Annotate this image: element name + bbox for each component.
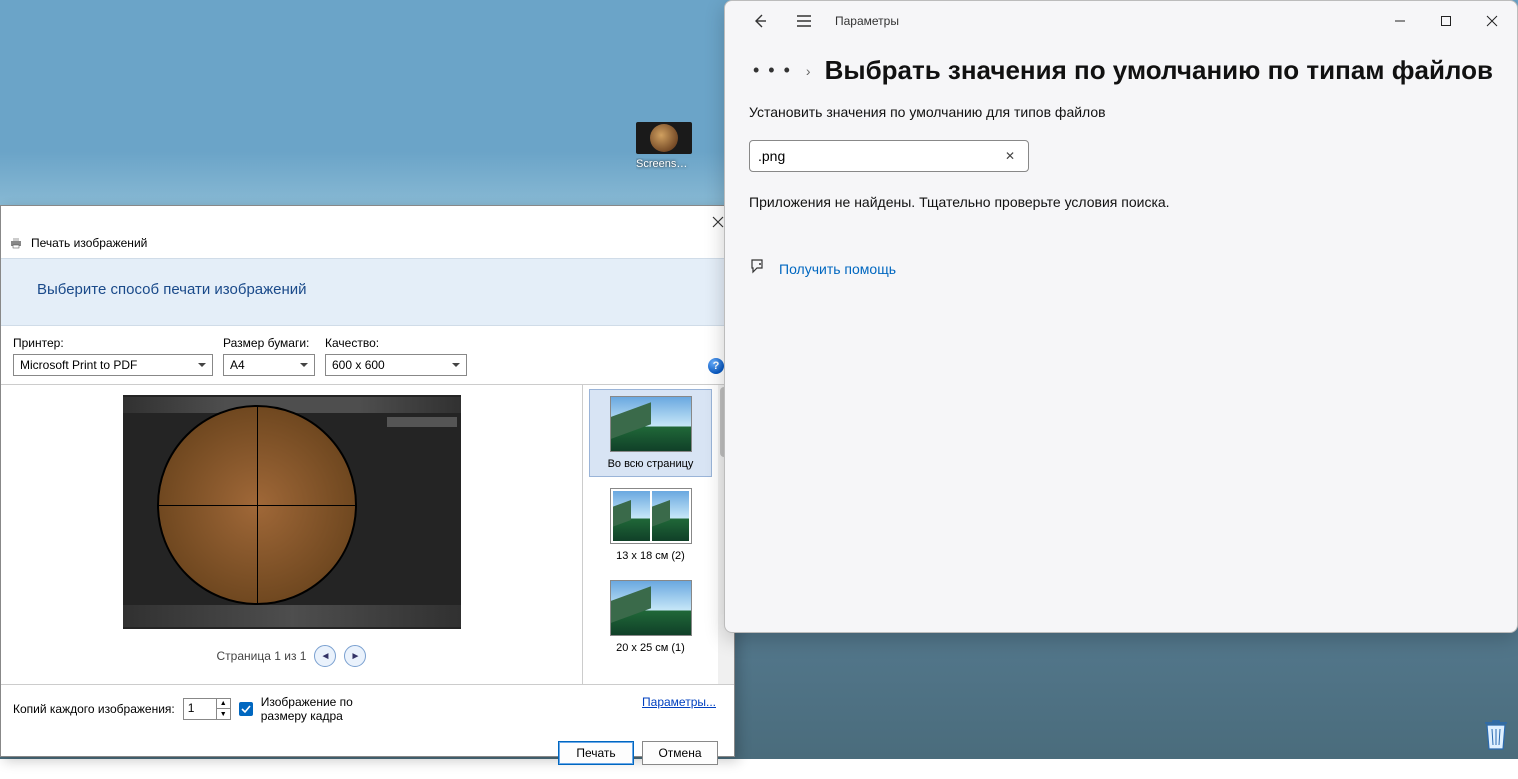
spin-down-icon[interactable]: ▼ [217, 709, 230, 719]
layout-label: Во всю страницу [608, 458, 694, 470]
quality-select[interactable]: 600 x 600 [325, 354, 467, 376]
dialog-titlebar: Печать изображений [1, 206, 734, 258]
settings-heading-row: • • • › Выбрать значения по умолчанию по… [725, 41, 1517, 104]
help-icon[interactable]: ? [708, 358, 724, 374]
settings-window: Параметры • • • › Выбрать значения по ум… [724, 0, 1518, 633]
prev-page-button[interactable]: ◄ [314, 645, 336, 667]
spin-up-icon[interactable]: ▲ [217, 699, 230, 709]
no-apps-message: Приложения не найдены. Тщательно проверь… [749, 194, 1517, 210]
printer-select[interactable]: Microsoft Print to PDF [13, 354, 213, 376]
page-title: Выбрать значения по умолчанию по типам ф… [825, 55, 1493, 86]
params-link[interactable]: Параметры... [642, 695, 716, 709]
copies-spinner[interactable]: 1 ▲ ▼ [183, 698, 231, 720]
layout-list: Во всю страницу 13 x 18 см (2) 20 x 25 с… [582, 384, 734, 684]
copies-row: Копий каждого изображения: 1 ▲ ▼ Изображ… [1, 684, 734, 733]
window-maximize-button[interactable] [1423, 5, 1469, 37]
printer-value: Microsoft Print to PDF [20, 358, 137, 372]
fit-frame-checkbox[interactable] [239, 702, 253, 716]
layout-label: 20 x 25 см (1) [616, 642, 685, 654]
print-options-row: Принтер: Microsoft Print to PDF Размер б… [1, 326, 734, 384]
clear-search-icon[interactable]: ✕ [1000, 146, 1020, 166]
desktop-file-icon[interactable]: Screenshot_… [636, 122, 692, 170]
filetype-search-field[interactable]: ✕ [749, 140, 1029, 172]
print-pictures-dialog: Печать изображений Выберите способ печат… [0, 205, 735, 757]
print-preview-pane: Страница 1 из 1 ◄ ► [1, 384, 582, 684]
dialog-title: Печать изображений [31, 236, 147, 250]
app-name: Параметры [835, 14, 899, 28]
file-thumbnail [636, 122, 692, 154]
print-button[interactable]: Печать [558, 741, 634, 765]
hamburger-menu-icon[interactable] [787, 4, 821, 38]
page-subtitle: Установить значения по умолчанию для тип… [749, 104, 1517, 120]
paper-size-label: Размер бумаги: [223, 336, 315, 350]
back-button[interactable] [743, 4, 777, 38]
dialog-actions: Печать Отмена [1, 733, 734, 779]
paper-size-select[interactable]: A4 [223, 354, 315, 376]
search-input[interactable] [758, 148, 1000, 164]
preview-page [123, 395, 461, 629]
help-bubble-icon [749, 258, 765, 279]
quality-value: 600 x 600 [332, 358, 385, 372]
cancel-button[interactable]: Отмена [642, 741, 718, 765]
paper-size-value: A4 [230, 358, 245, 372]
chevron-right-icon: › [806, 63, 811, 79]
breadcrumb-more-icon[interactable]: • • • [753, 60, 792, 81]
window-minimize-button[interactable] [1377, 5, 1423, 37]
window-close-button[interactable] [1469, 5, 1515, 37]
layout-full-page[interactable]: Во всю страницу [589, 389, 712, 477]
fit-frame-label: Изображение по размеру кадра [261, 695, 401, 723]
recycle-bin-icon[interactable] [1482, 717, 1510, 751]
settings-titlebar: Параметры [725, 1, 1517, 41]
layout-label: 13 x 18 см (2) [616, 550, 685, 562]
copies-value: 1 [188, 701, 195, 715]
printer-label: Принтер: [13, 336, 213, 350]
get-help-row: Получить помощь [749, 258, 1517, 279]
printer-icon [9, 236, 23, 250]
page-counter: Страница 1 из 1 [217, 649, 307, 663]
instruction-bar: Выберите способ печати изображений [1, 258, 734, 326]
next-page-button[interactable]: ► [344, 645, 366, 667]
layout-13x18[interactable]: 13 x 18 см (2) [589, 481, 712, 569]
file-label: Screenshot_… [636, 158, 692, 170]
copies-label: Копий каждого изображения: [13, 702, 175, 716]
layout-20x25[interactable]: 20 x 25 см (1) [589, 573, 712, 661]
quality-label: Качество: [325, 336, 467, 350]
get-help-link[interactable]: Получить помощь [779, 261, 896, 277]
